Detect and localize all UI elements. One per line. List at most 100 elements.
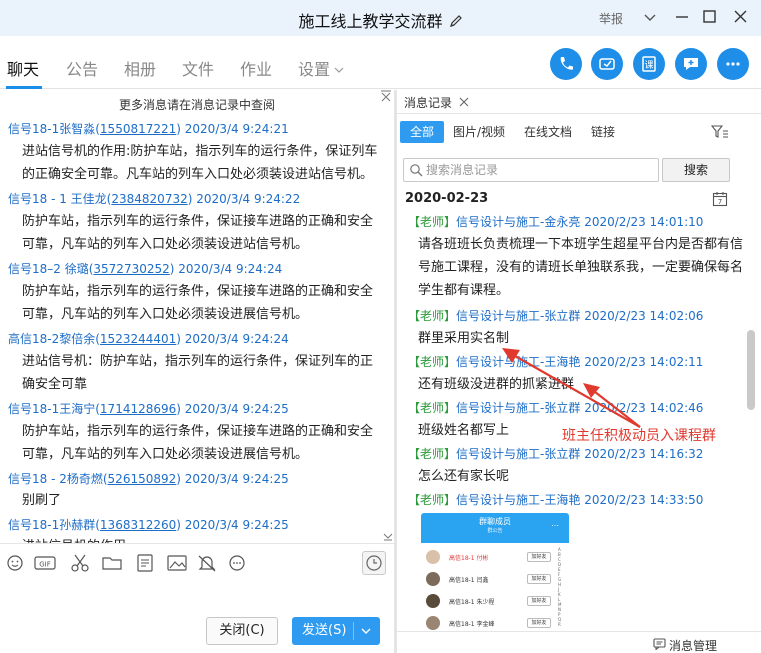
scissors-icon[interactable]: [69, 553, 91, 573]
close-icon[interactable]: [728, 6, 752, 28]
close-icon[interactable]: [459, 97, 469, 107]
member-row: 高信18-1 朱少程 加好友: [421, 591, 569, 613]
tab-homework[interactable]: 作业: [240, 56, 272, 80]
tab-files[interactable]: 文件: [182, 56, 214, 80]
filter-media[interactable]: 图片/视频: [453, 121, 505, 143]
gif-icon[interactable]: GIF: [34, 553, 56, 573]
history-message-body: 怎么还有家长呢: [418, 469, 510, 484]
sender-name: 信号18 - 1 王佳龙(: [8, 192, 112, 206]
history-message-header: 【老师】信号设计与施工-王海艳 2020/2/23 14:02:11: [408, 353, 703, 370]
title-bar: 施工线上教学交流群 举报: [0, 0, 761, 36]
chevron-down-icon[interactable]: [360, 626, 372, 636]
history-tab[interactable]: 消息记录: [397, 90, 761, 114]
sender-id-link[interactable]: 1714128696: [100, 402, 176, 416]
message-time: ) 2020/3/4 9:24:25: [176, 472, 289, 486]
message-time: 2020/2/23 14:02:46: [584, 401, 704, 415]
folder-icon[interactable]: [101, 553, 123, 573]
message-manager-button[interactable]: 消息管理: [669, 637, 717, 653]
sender-name: 信号18-1王海宁(: [8, 402, 100, 416]
phone-subtitle: 群公告: [487, 528, 503, 534]
compose-area[interactable]: GIF 关闭(C) 发送(S): [0, 543, 394, 653]
teacher-tag: 【老师】: [408, 355, 457, 369]
tab-announcement[interactable]: 公告: [66, 56, 98, 80]
message-body: 进站信号机的作用: [22, 535, 384, 543]
tab-album[interactable]: 相册: [124, 56, 156, 80]
search-button[interactable]: 搜索: [662, 158, 730, 182]
sender-name: 信号18 - 2杨奇燃(: [8, 472, 108, 486]
message-time: 2020/2/23 14:02:11: [584, 355, 704, 369]
sender-id-link[interactable]: 1550817221: [100, 122, 176, 136]
close-button[interactable]: 关闭(C): [206, 617, 278, 645]
clock-icon: [366, 555, 382, 571]
history-scrollbar-thumb[interactable]: [747, 330, 755, 410]
avatar: [426, 572, 440, 586]
tab-settings[interactable]: 设置: [298, 56, 344, 80]
more-button[interactable]: [717, 48, 749, 80]
message-button[interactable]: [675, 48, 707, 80]
sender-id-link[interactable]: 3572730252: [93, 262, 169, 276]
teacher-tag: 【老师】: [408, 215, 457, 229]
send-button[interactable]: 发送(S): [292, 617, 380, 645]
avatar: [426, 594, 440, 608]
avatar: [426, 616, 440, 630]
search-input[interactable]: [426, 161, 654, 179]
member-name: 高信18-1 李金峰: [449, 621, 495, 628]
sender-id-link[interactable]: 1368312260: [100, 518, 176, 532]
bell-mute-icon[interactable]: [196, 553, 218, 573]
image-icon[interactable]: [166, 553, 188, 573]
sender-name: 信号18–2 徐璐(: [8, 262, 94, 276]
more-history-link[interactable]: 更多消息请在消息记录中查阅: [0, 96, 394, 113]
message-body: 进站信号机：防护车站，指示列车的运行条件，保证列车的正确安全可靠: [22, 354, 374, 392]
sender-name: 信号设计与施工-张立群: [456, 401, 581, 415]
chat-message-list[interactable]: 更多消息请在消息记录中查阅 信号18-1张智淼(1550817221) 2020…: [0, 90, 394, 543]
member-row: 高信18-1 李金峰 加好友: [421, 613, 569, 631]
minimize-icon[interactable]: [670, 6, 694, 28]
annotation-text: 班主任积极动员入课程群: [562, 428, 716, 444]
message-time: ) 2020/3/4 9:24:25: [176, 518, 289, 532]
history-message-body: 请各班班长负责梳理一下本班学生超星平台内是否都有信号施工课程，没有的请班长单独联…: [418, 237, 744, 298]
message-time: 2020/2/23 14:01:10: [584, 215, 704, 229]
sender-name: 信号18-1孙赫群(: [8, 518, 100, 532]
history-message-header: 【老师】信号设计与施工-金永亮 2020/2/23 14:01:10: [408, 213, 703, 230]
message-manager-icon: [653, 638, 666, 650]
message-header: 信号18–2 徐璐(3572730252) 2020/3/4 9:24:24: [8, 260, 282, 277]
message-body: 防护车站，指示列车的运行条件，保证接车进路的正确和安全可靠，凡车站的列车入口处必…: [22, 214, 374, 252]
calendar-icon[interactable]: 7: [712, 191, 728, 207]
tab-settings-label: 设置: [298, 60, 331, 79]
chevron-down-icon[interactable]: [638, 6, 662, 28]
filter-links[interactable]: 链接: [591, 121, 615, 143]
history-footer: 消息管理: [397, 631, 761, 653]
report-button[interactable]: 举报: [599, 10, 623, 27]
message-header: 信号18-1王海宁(1714128696) 2020/3/4 9:24:25: [8, 400, 289, 417]
tab-chat[interactable]: 聊天: [7, 56, 39, 80]
avatar: [426, 550, 440, 564]
message-header: 信号18-1孙赫群(1368312260) 2020/3/4 9:24:25: [8, 516, 289, 533]
voice-call-button[interactable]: [550, 48, 582, 80]
sender-id-link[interactable]: 526150892: [108, 472, 177, 486]
filter-icon[interactable]: [711, 124, 729, 140]
classroom-button[interactable]: 课: [633, 48, 665, 80]
message-time: ) 2020/3/4 9:24:22: [187, 192, 301, 206]
qq-group-chat-window: 施工线上教学交流群 举报 聊天 公告 相册 文件 作业 设置 课 更多消息请在消…: [0, 0, 761, 653]
sender-id-link[interactable]: 1523244401: [100, 332, 176, 346]
more-icon: [726, 62, 740, 66]
edit-icon[interactable]: [449, 14, 463, 28]
more-icon[interactable]: [226, 553, 248, 573]
sender-id-link[interactable]: 2384820732: [111, 192, 187, 206]
message-time: 2020/2/23 14:02:06: [584, 309, 704, 323]
filter-online-docs[interactable]: 在线文档: [524, 121, 572, 143]
teacher-tag: 【老师】: [408, 309, 457, 323]
scroll-bottom-icon[interactable]: [383, 533, 393, 541]
add-friend-button: 加好友: [527, 574, 551, 584]
emoji-icon[interactable]: [4, 553, 26, 573]
filter-all[interactable]: 全部: [400, 121, 445, 143]
document-icon[interactable]: [134, 553, 156, 573]
svg-text:7: 7: [718, 198, 722, 206]
maximize-icon[interactable]: [697, 6, 721, 28]
history-clock-button[interactable]: [362, 551, 386, 575]
video-call-button[interactable]: [591, 48, 623, 80]
sender-name: 信号设计与施工-王海艳: [456, 493, 581, 507]
shared-screenshot-image[interactable]: 群聊成员 群公告 ⋯ 高信18-1 付彬 加好友 高信18-1 闫鑫 加好友 高…: [421, 513, 569, 631]
history-message-header: 【老师】信号设计与施工-张立群 2020/2/23 14:02:06: [408, 307, 703, 324]
teacher-tag: 【老师】: [408, 447, 457, 461]
